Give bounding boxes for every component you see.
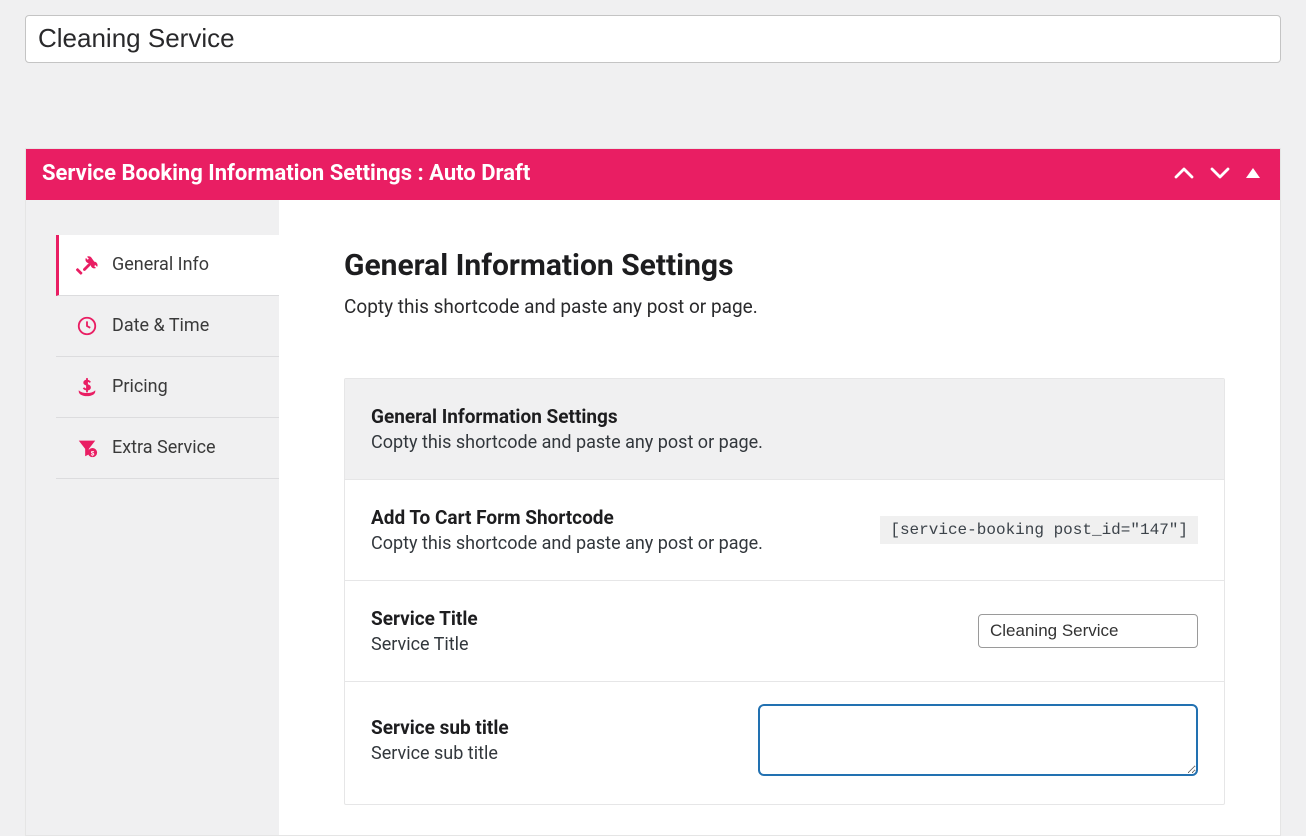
settings-panel: Service Booking Information Settings : A… [25, 148, 1281, 836]
chevron-down-icon[interactable] [1210, 166, 1230, 180]
group-header-desc: Copty this shortcode and paste any post … [371, 432, 1198, 453]
content-heading: General Information Settings [344, 248, 1225, 283]
sidebar-item-general-info[interactable]: General Info [56, 235, 279, 296]
settings-group: General Information Settings Copty this … [344, 378, 1225, 805]
sidebar-item-label: Date & Time [112, 315, 209, 336]
service-title-row-desc: Service Title [371, 634, 948, 655]
sidebar-item-label: Extra Service [112, 437, 216, 458]
service-subtitle-row-title: Service sub title [371, 716, 728, 739]
shortcode-code[interactable]: [service-booking post_id="147"] [880, 516, 1198, 544]
sidebar-list: General Info Date & Time Pricing [56, 235, 279, 479]
row-left: Service sub title Service sub title [371, 716, 728, 764]
page-container: Service Booking Information Settings : A… [0, 0, 1306, 836]
sidebar-item-pricing[interactable]: Pricing [56, 357, 279, 418]
chevron-up-icon[interactable] [1174, 166, 1194, 180]
pricing-icon [76, 376, 98, 398]
sidebar-item-label: General Info [112, 254, 209, 275]
settings-content: General Information Settings Copty this … [279, 200, 1280, 835]
service-subtitle-row: Service sub title Service sub title [345, 682, 1224, 804]
sidebar-item-extra-service[interactable]: $ Extra Service [56, 418, 279, 479]
panel-header: Service Booking Information Settings : A… [26, 149, 1280, 200]
service-title-input[interactable] [978, 614, 1198, 648]
clock-icon [76, 315, 98, 337]
shortcode-row-title: Add To Cart Form Shortcode [371, 506, 850, 529]
post-title-input[interactable] [25, 15, 1281, 63]
svg-text:$: $ [91, 450, 95, 457]
panel-title: Service Booking Information Settings : A… [42, 161, 530, 186]
shortcode-row-desc: Copty this shortcode and paste any post … [371, 533, 850, 554]
shortcode-row: Add To Cart Form Shortcode Copty this sh… [345, 480, 1224, 581]
sidebar-item-label: Pricing [112, 376, 168, 397]
panel-body: General Info Date & Time Pricing [26, 200, 1280, 835]
row-left: Add To Cart Form Shortcode Copty this sh… [371, 506, 850, 554]
settings-sidebar: General Info Date & Time Pricing [26, 200, 279, 835]
sidebar-item-date-time[interactable]: Date & Time [56, 296, 279, 357]
collapse-icon[interactable] [1246, 168, 1260, 178]
service-title-row-title: Service Title [371, 607, 948, 630]
filter-dollar-icon: $ [76, 437, 98, 459]
service-title-row: Service Title Service Title [345, 581, 1224, 682]
service-subtitle-row-desc: Service sub title [371, 743, 728, 764]
panel-header-actions [1174, 166, 1260, 180]
tools-icon [76, 254, 98, 276]
service-subtitle-textarea[interactable] [758, 704, 1198, 776]
row-left: Service Title Service Title [371, 607, 948, 655]
group-header-row: General Information Settings Copty this … [345, 379, 1224, 480]
group-header-title: General Information Settings [371, 405, 1198, 428]
content-description: Copty this shortcode and paste any post … [344, 295, 1225, 318]
